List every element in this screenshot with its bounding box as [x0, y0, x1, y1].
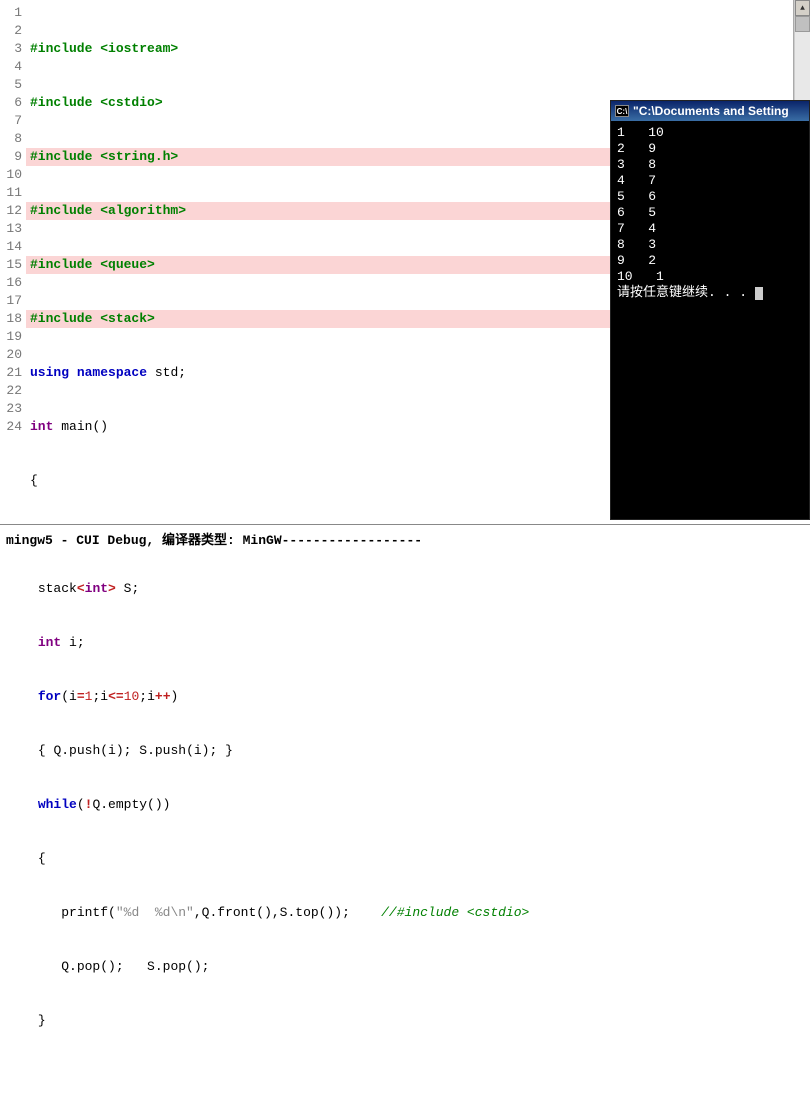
- line-number: 17: [0, 292, 22, 310]
- console-line: 7 4: [617, 221, 803, 237]
- line-number: 2: [0, 22, 22, 40]
- console-window[interactable]: C:\ "C:\Documents and Setting 1 102 93 8…: [610, 100, 810, 520]
- code-line[interactable]: {: [26, 850, 793, 868]
- console-titlebar[interactable]: C:\ "C:\Documents and Setting: [611, 101, 809, 121]
- code-line[interactable]: [26, 1066, 793, 1084]
- line-number: 7: [0, 112, 22, 130]
- line-gutter: 1 2 3 4 5 6 7 8 9 10 11 12 13 14 15 16 1…: [0, 0, 26, 492]
- line-number: 21: [0, 364, 22, 382]
- line-number: 5: [0, 76, 22, 94]
- line-number: 4: [0, 58, 22, 76]
- code-line[interactable]: Q.pop(); S.pop();: [26, 958, 793, 976]
- code-line[interactable]: }: [26, 1012, 793, 1030]
- status-bar: mingw5 - CUI Debug, 编译器类型: MinGW--------…: [0, 524, 810, 550]
- code-line[interactable]: #include <iostream>: [26, 40, 793, 58]
- line-number: 8: [0, 130, 22, 148]
- code-line[interactable]: printf("%d %d\n",Q.front(),S.top()); //#…: [26, 904, 793, 922]
- scroll-up-icon[interactable]: ▲: [795, 0, 810, 16]
- code-line[interactable]: for(i=1;i<=10;i++): [26, 688, 793, 706]
- line-number: 6: [0, 94, 22, 112]
- console-line: 8 3: [617, 237, 803, 253]
- line-number: 15: [0, 256, 22, 274]
- status-text: mingw5 - CUI Debug, 编译器类型: MinGW--------…: [6, 533, 422, 548]
- code-line[interactable]: { Q.push(i); S.push(i); }: [26, 742, 793, 760]
- console-title: "C:\Documents and Setting: [633, 104, 789, 118]
- console-line: 4 7: [617, 173, 803, 189]
- line-number: 19: [0, 328, 22, 346]
- console-line: 6 5: [617, 205, 803, 221]
- line-number: 9: [0, 148, 22, 166]
- line-number: 18: [0, 310, 22, 328]
- line-number: 20: [0, 346, 22, 364]
- code-line[interactable]: while(!Q.empty()): [26, 796, 793, 814]
- line-number: 16: [0, 274, 22, 292]
- line-number: 22: [0, 382, 22, 400]
- line-number: 1: [0, 4, 22, 22]
- console-line: 2 9: [617, 141, 803, 157]
- line-number: 12: [0, 202, 22, 220]
- console-line: 3 8: [617, 157, 803, 173]
- line-number: 3: [0, 40, 22, 58]
- code-line[interactable]: stack<int> S;: [26, 580, 793, 598]
- workspace: 1 2 3 4 5 6 7 8 9 10 11 12 13 14 15 16 1…: [0, 0, 810, 492]
- console-line: 10 1: [617, 269, 803, 285]
- line-number: 24: [0, 418, 22, 436]
- console-prompt: 请按任意键继续. . .: [617, 285, 803, 301]
- line-number: 10: [0, 166, 22, 184]
- code-line[interactable]: int i;: [26, 634, 793, 652]
- console-line: 5 6: [617, 189, 803, 205]
- line-number: 23: [0, 400, 22, 418]
- cursor-icon: [755, 287, 763, 300]
- console-output: 1 102 93 84 75 66 57 48 39 210 1请按任意键继续.…: [611, 121, 809, 305]
- line-number: 13: [0, 220, 22, 238]
- console-line: 9 2: [617, 253, 803, 269]
- cmd-icon: C:\: [615, 105, 629, 117]
- scrollbar-thumb[interactable]: [795, 16, 810, 32]
- line-number: 14: [0, 238, 22, 256]
- console-line: 1 10: [617, 125, 803, 141]
- line-number: 11: [0, 184, 22, 202]
